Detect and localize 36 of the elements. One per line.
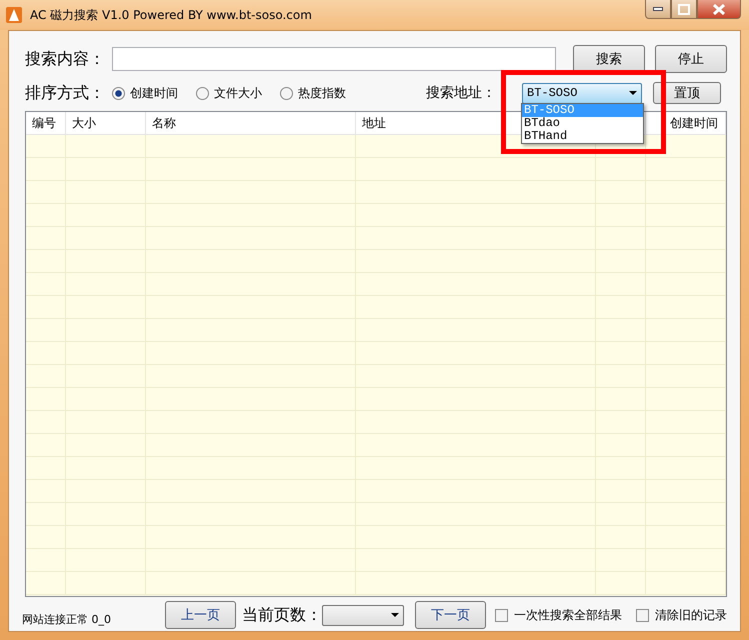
source-label: 搜索地址： bbox=[426, 84, 496, 102]
search-field[interactable] bbox=[112, 47, 556, 71]
page-label: 当前页数： bbox=[242, 604, 322, 626]
minimize-icon bbox=[653, 7, 663, 11]
checkbox-label: 一次性搜索全部结果 bbox=[514, 606, 622, 624]
action-button[interactable]: 停止 bbox=[655, 45, 727, 73]
maximize-button[interactable] bbox=[671, 0, 697, 19]
checkbox[interactable] bbox=[636, 608, 649, 622]
caret-icon bbox=[391, 613, 400, 617]
prev-page-button[interactable]: 上一页 bbox=[165, 601, 236, 629]
column-header[interactable]: 大小 bbox=[66, 112, 146, 134]
status-text: 网站连接正常 0_0 bbox=[22, 612, 112, 626]
sort-label: 排序方式： bbox=[25, 82, 106, 104]
radio-button[interactable] bbox=[280, 86, 293, 100]
column-header[interactable]: 名称 bbox=[146, 112, 356, 134]
checkbox-label: 清除旧的记录 bbox=[655, 606, 727, 624]
radio-label: 文件大小 bbox=[214, 84, 262, 102]
cone-icon bbox=[6, 7, 22, 23]
next-page-button[interactable]: 下一页 bbox=[415, 601, 486, 629]
pin-button[interactable]: 置顶 bbox=[653, 82, 721, 104]
column-header[interactable]: 创建时间 bbox=[646, 112, 726, 134]
radio-button[interactable] bbox=[196, 86, 209, 100]
close-button[interactable] bbox=[697, 0, 741, 19]
radio-button[interactable] bbox=[112, 86, 125, 100]
window-title: AC 磁力搜索 V1.0 Powered BY www.bt-soso.com bbox=[30, 6, 312, 24]
column-header[interactable]: 编号 bbox=[26, 112, 66, 134]
source-dropdown[interactable]: BT-SOSO bbox=[522, 82, 642, 104]
minimize-button[interactable] bbox=[645, 0, 671, 19]
radio-label: 热度指数 bbox=[298, 84, 346, 102]
page-dropdown[interactable] bbox=[322, 604, 404, 626]
checkbox[interactable] bbox=[495, 608, 508, 622]
maximize-icon bbox=[678, 4, 690, 14]
search-label: 搜索内容： bbox=[25, 48, 106, 70]
radio-label: 创建时间 bbox=[130, 84, 178, 102]
caret-icon bbox=[629, 91, 637, 95]
close-icon bbox=[713, 4, 725, 14]
